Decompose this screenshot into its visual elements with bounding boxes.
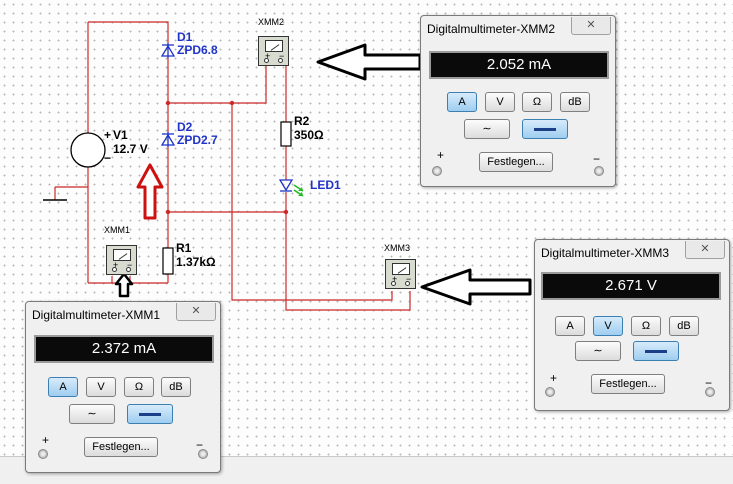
plus-terminal-label: + xyxy=(437,148,445,162)
mode-db-button[interactable]: dB xyxy=(161,377,191,397)
plus-terminal-label: + xyxy=(550,371,558,385)
mode-volt-button[interactable]: V xyxy=(485,92,515,112)
ac-button[interactable]: ∼ xyxy=(575,341,621,361)
red-arrow-up xyxy=(136,163,164,220)
mode-volt-button[interactable]: V xyxy=(86,377,116,397)
sine-wave-icon: ∼ xyxy=(482,123,492,135)
dc-button[interactable] xyxy=(522,119,568,139)
xmm1-terminal-plus[interactable] xyxy=(112,267,117,272)
mode-volt-button[interactable]: V xyxy=(593,316,623,336)
mode-ampere-button[interactable]: A xyxy=(555,316,585,336)
dc-line-icon xyxy=(534,127,556,131)
mode-ohm-button[interactable]: Ω xyxy=(631,316,661,336)
r1-label: R1 xyxy=(176,241,192,255)
mode-ampere-button[interactable]: A xyxy=(447,92,477,112)
multimeter-xmm3-icon[interactable]: + − xyxy=(385,259,416,289)
dc-button[interactable] xyxy=(633,341,679,361)
dc-line-icon xyxy=(645,349,667,353)
close-button[interactable]: ✕ xyxy=(685,241,725,259)
sine-wave-icon: ∼ xyxy=(87,408,97,420)
dc-button[interactable] xyxy=(127,404,173,424)
v1-label: V1 xyxy=(113,128,128,142)
resistor-r2[interactable] xyxy=(280,121,292,147)
xmm3-label: XMM3 xyxy=(384,243,411,253)
minus-terminal-connector[interactable] xyxy=(594,166,604,176)
r2-value: 350Ω xyxy=(294,128,324,142)
sine-wave-icon: ∼ xyxy=(593,345,603,357)
v1-plus-sign: + xyxy=(104,128,112,142)
close-button[interactable]: ✕ xyxy=(571,17,611,35)
arrow-to-xmm3 xyxy=(420,268,532,306)
plus-terminal-label: + xyxy=(42,433,50,447)
mode-ampere-button[interactable]: A xyxy=(48,377,78,397)
resistor-r1[interactable] xyxy=(162,247,174,275)
d2-part: ZPD2.7 xyxy=(177,133,218,147)
close-button[interactable]: ✕ xyxy=(176,303,216,321)
reading-display: 2.372 mA xyxy=(34,335,214,363)
plus-terminal-connector[interactable] xyxy=(432,166,442,176)
xmm1-label: XMM1 xyxy=(104,225,131,235)
minus-terminal-connector[interactable] xyxy=(198,449,208,459)
diode-d2[interactable] xyxy=(160,132,176,147)
r2-label: R2 xyxy=(294,114,310,128)
xmm3-terminal-minus[interactable] xyxy=(405,281,410,286)
mode-ohm-button[interactable]: Ω xyxy=(124,377,154,397)
minus-terminal-connector[interactable] xyxy=(705,387,715,397)
settings-button[interactable]: Festlegen... xyxy=(591,374,665,394)
diode-d1[interactable] xyxy=(160,43,176,58)
voltage-source-v1[interactable] xyxy=(70,132,106,168)
window-title: Digitalmultimeter-XMM2 xyxy=(427,22,556,36)
reading-display: 2.671 V xyxy=(541,272,721,300)
settings-button[interactable]: Festlegen... xyxy=(84,437,158,457)
settings-button[interactable]: Festlegen... xyxy=(479,152,553,172)
plus-terminal-connector[interactable] xyxy=(545,387,555,397)
mode-db-button[interactable]: dB xyxy=(669,316,699,336)
led-led1[interactable] xyxy=(278,179,304,197)
multimeter-window-xmm2[interactable]: Digitalmultimeter-XMM2 ✕ 2.052 mA A V Ω … xyxy=(420,15,616,187)
xmm2-label: XMM2 xyxy=(258,17,285,27)
dc-line-icon xyxy=(139,412,161,416)
multimeter-xmm1-icon[interactable]: + − xyxy=(106,245,137,275)
ac-button[interactable]: ∼ xyxy=(69,404,115,424)
r1-value: 1.37kΩ xyxy=(176,255,216,269)
mode-db-button[interactable]: dB xyxy=(560,92,590,112)
v1-minus-sign: − xyxy=(104,151,112,165)
window-title: Digitalmultimeter-XMM3 xyxy=(541,246,670,260)
junction-dots xyxy=(165,100,289,215)
window-title: Digitalmultimeter-XMM1 xyxy=(32,308,161,322)
xmm2-terminal-minus[interactable] xyxy=(278,58,283,63)
multimeter-window-xmm1[interactable]: Digitalmultimeter-XMM1 ✕ 2.372 mA A V Ω … xyxy=(25,301,221,473)
led1-label: LED1 xyxy=(310,178,341,192)
plus-terminal-connector[interactable] xyxy=(38,449,48,459)
v1-value: 12.7 V xyxy=(113,142,148,156)
arrow-to-xmm2 xyxy=(316,43,422,81)
ac-button[interactable]: ∼ xyxy=(464,119,510,139)
multimeter-xmm2-icon[interactable]: + − xyxy=(258,36,289,66)
reading-display: 2.052 mA xyxy=(429,51,609,79)
minus-terminal-label: − xyxy=(593,152,601,166)
xmm2-terminal-plus[interactable] xyxy=(264,58,269,63)
d1-part: ZPD6.8 xyxy=(177,43,218,57)
xmm3-terminal-plus[interactable] xyxy=(391,281,396,286)
xmm1-terminal-minus[interactable] xyxy=(126,267,131,272)
mode-ohm-button[interactable]: Ω xyxy=(522,92,552,112)
multimeter-window-xmm3[interactable]: Digitalmultimeter-XMM3 ✕ 2.671 V A V Ω d… xyxy=(534,239,730,411)
